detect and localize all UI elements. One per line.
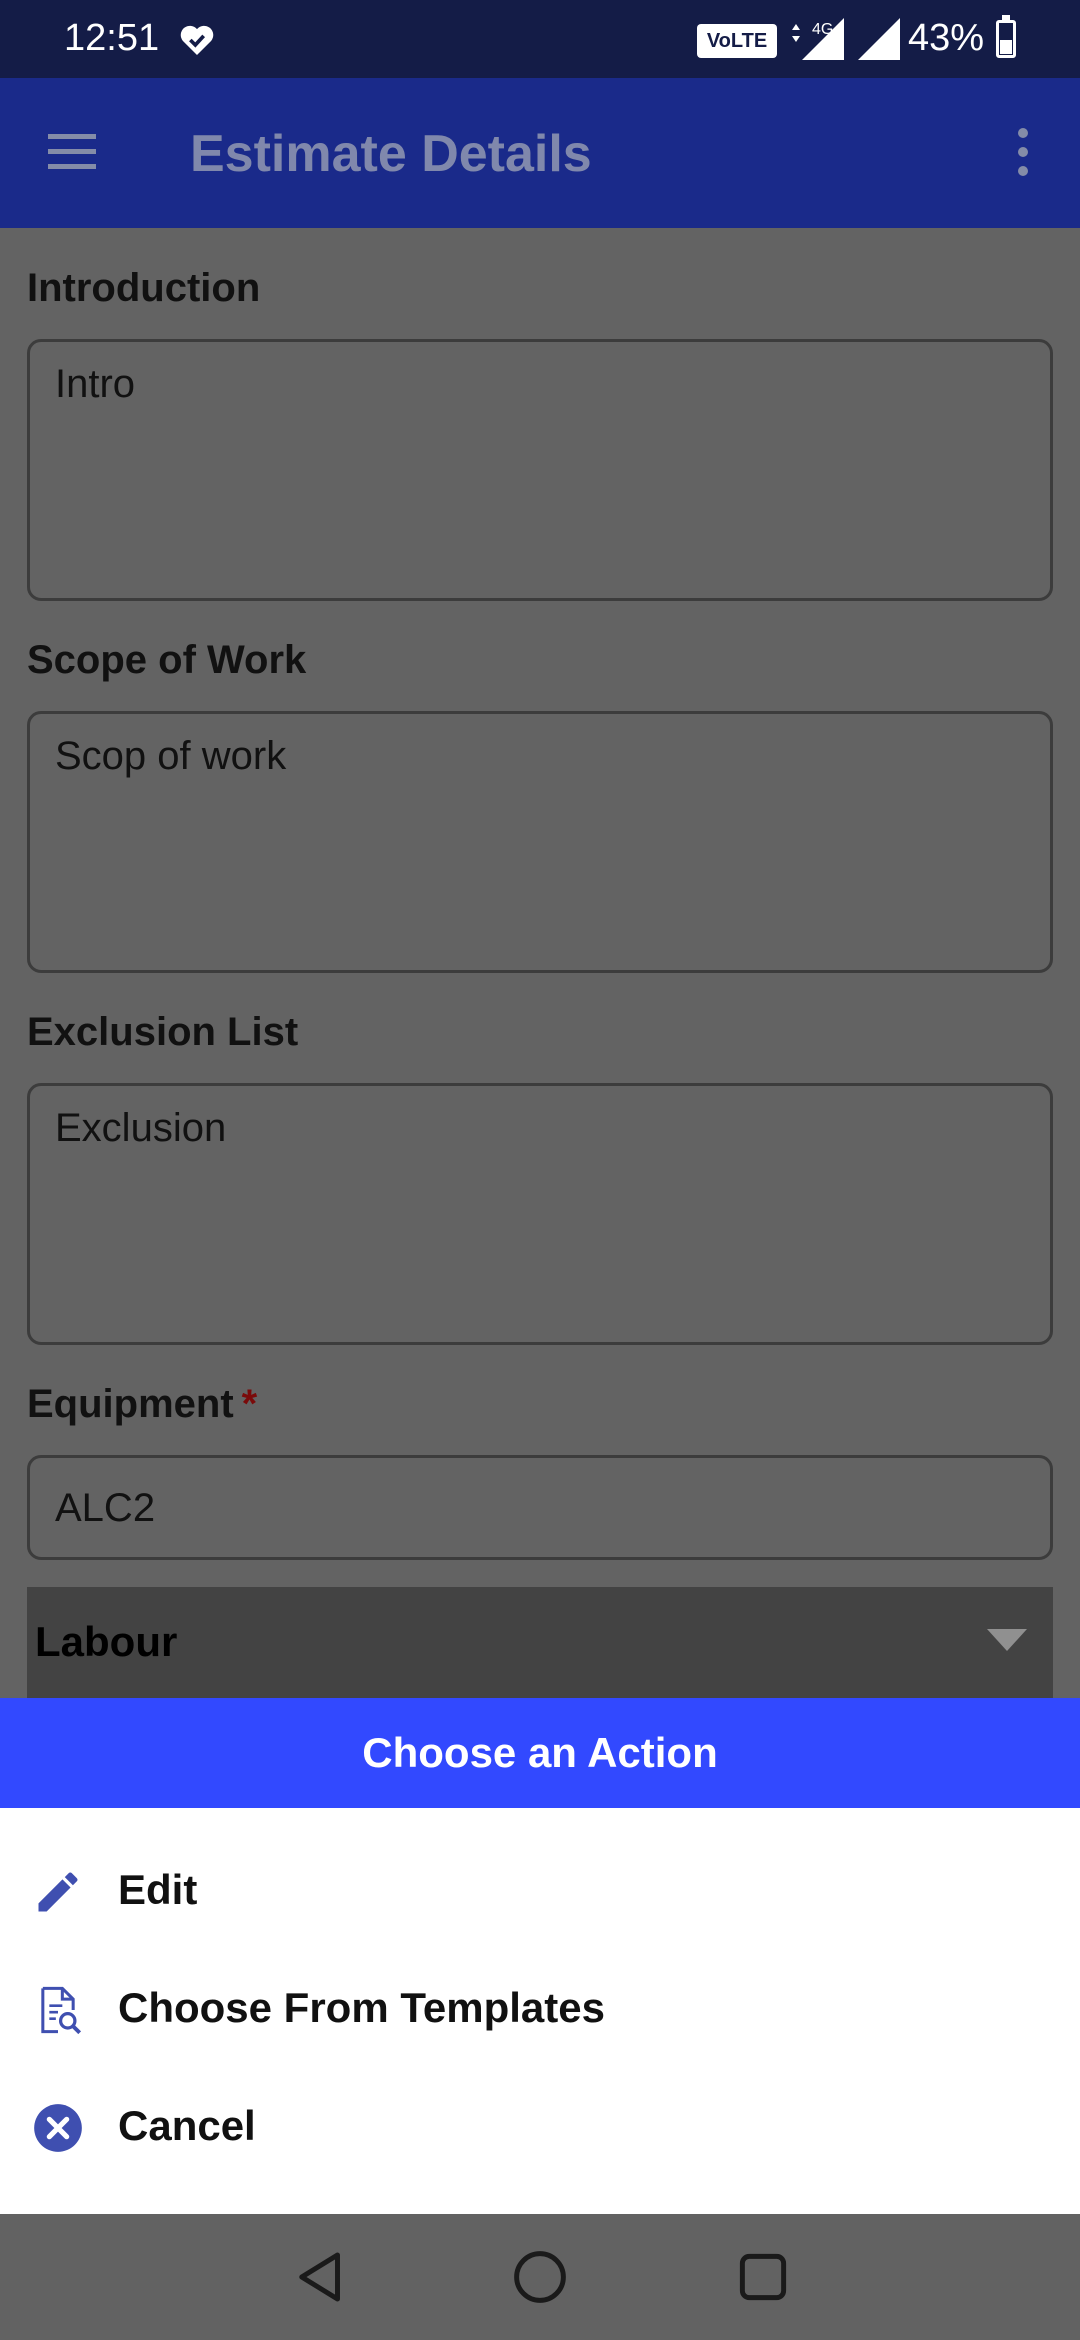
equipment-value: ALC2 <box>55 1486 156 1530</box>
cancel-label: Cancel <box>118 2102 256 2149</box>
required-mark: * <box>241 1382 258 1426</box>
action-sheet-title: Choose an Action <box>0 1698 1080 1808</box>
status-bar: 12:51 VoLTE 4G 43% <box>0 0 1080 78</box>
edit-label: Edit <box>118 1866 198 1913</box>
home-icon[interactable] <box>507 2244 573 2310</box>
more-vert-icon[interactable] <box>1000 122 1044 182</box>
introduction-value: Intro <box>55 362 136 406</box>
action-sheet: Edit Choose From Templates Cancel <box>0 1808 1080 2214</box>
navigation-bar <box>0 2214 1080 2340</box>
scope-of-work-label: Scope of Work <box>27 638 307 682</box>
equipment-field[interactable]: ALC2 <box>27 1455 1053 1560</box>
exclusion-list-label: Exclusion List <box>27 1010 299 1054</box>
recents-icon[interactable] <box>730 2244 796 2310</box>
page-title: Estimate Details <box>190 125 592 183</box>
document-search-icon <box>41 1986 82 2035</box>
introduction-field[interactable]: Intro <box>27 339 1053 601</box>
battery-percent: 43% <box>908 17 985 59</box>
chevron-down-icon <box>987 1629 1027 1651</box>
labour-section-header[interactable]: Labour <box>27 1587 1053 1698</box>
estimate-form: Introduction Intro Scope of Work Scop of… <box>0 228 1080 1698</box>
volte-badge: VoLTE <box>697 24 777 58</box>
mobile-data-icon: 4G <box>792 18 844 60</box>
cancel-action[interactable]: Cancel <box>0 2076 1080 2176</box>
signal-icon <box>858 18 900 60</box>
app-bar: Estimate Details <box>0 78 1080 228</box>
battery-fill <box>1000 40 1012 54</box>
scope-of-work-field[interactable]: Scop of work <box>27 711 1053 973</box>
equipment-label: Equipment * <box>27 1380 257 1428</box>
labour-label: Labour <box>35 1618 178 1665</box>
back-icon[interactable] <box>288 2244 354 2310</box>
exclusion-list-value: Exclusion <box>55 1106 227 1150</box>
choose-from-templates-label: Choose From Templates <box>118 1984 605 2031</box>
equipment-label-text: Equipment <box>27 1382 234 1426</box>
introduction-label: Introduction <box>27 266 261 310</box>
battery-icon <box>996 15 1016 58</box>
choose-from-templates-action[interactable]: Choose From Templates <box>0 1958 1080 2058</box>
pencil-icon <box>38 1872 78 1912</box>
scope-of-work-value: Scop of work <box>55 734 287 778</box>
hamburger-menu-icon[interactable] <box>40 122 100 182</box>
cancel-circle-icon <box>34 2104 82 2152</box>
heart-check-icon <box>180 25 214 55</box>
status-time: 12:51 <box>64 17 160 59</box>
edit-action[interactable]: Edit <box>0 1840 1080 1940</box>
exclusion-list-field[interactable]: Exclusion <box>27 1083 1053 1345</box>
